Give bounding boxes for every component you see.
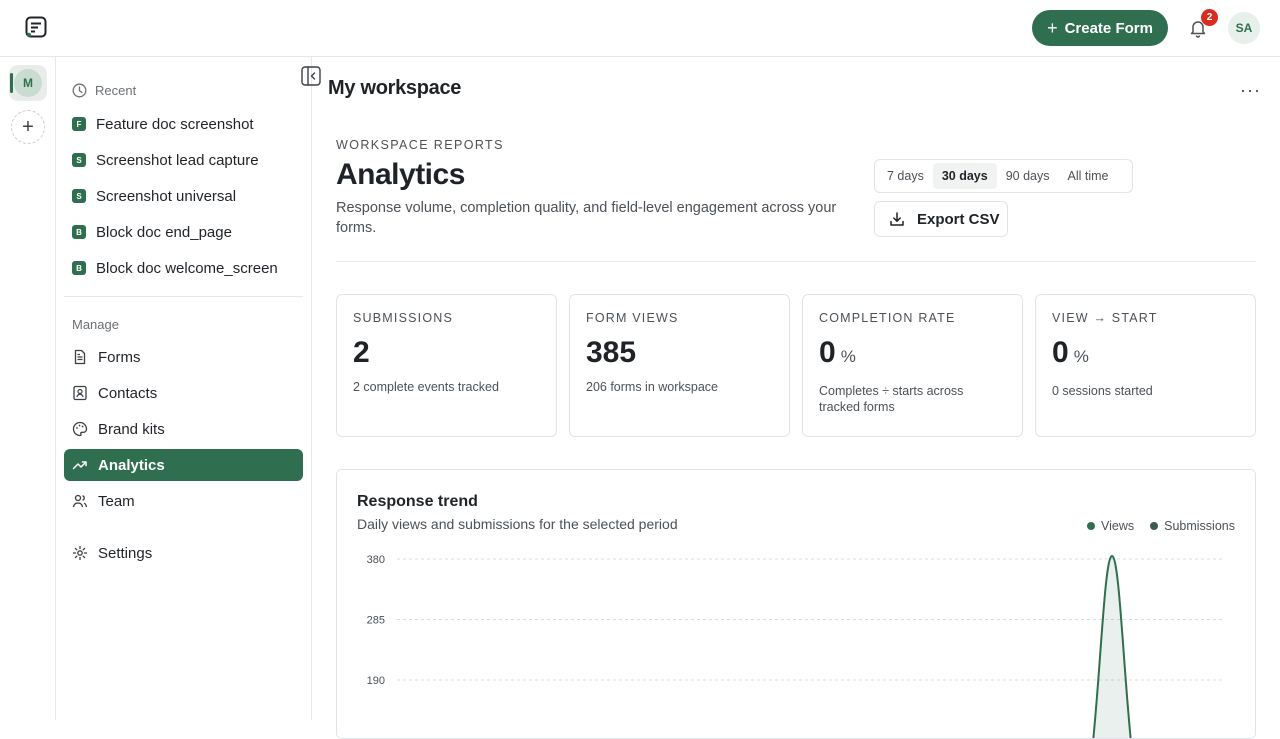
workspace-avatar: M [14, 69, 42, 97]
header-divider [336, 261, 1256, 262]
y-tick-label: 190 [367, 675, 385, 687]
stat-label: FORM VIEWS [586, 311, 679, 325]
range-selector: 7 days 30 days 90 days All time [874, 159, 1133, 193]
top-bar: + Create Form 2 SA [0, 0, 1280, 57]
sidebar-divider [64, 296, 303, 297]
stat-unit: % [840, 347, 856, 366]
recent-item-screenshot-universal[interactable]: S Screenshot universal [64, 180, 303, 212]
stat-card-view-to-start: VIEW → START 0 % 0 sessions started [1035, 294, 1256, 437]
sidebar-item-label: Team [98, 492, 135, 510]
recent-item-label: Block doc end_page [96, 223, 232, 241]
stat-number: 0 [819, 336, 836, 369]
stat-value: 0 % [1052, 335, 1239, 375]
form-badge: B [72, 261, 86, 275]
sidebar-item-label: Brand kits [98, 420, 165, 438]
stat-value: 385 [586, 335, 773, 371]
form-badge: F [72, 117, 86, 131]
range-option-7-days[interactable]: 7 days [878, 163, 933, 189]
page-eyebrow: WORKSPACE REPORTS [336, 138, 504, 152]
file-icon [74, 349, 86, 365]
stat-card-submissions: SUBMISSIONS 2 2 complete events tracked [336, 294, 557, 437]
recent-item-screenshot-lead-capture[interactable]: S Screenshot lead capture [64, 144, 303, 176]
export-csv-label: Export CSV [917, 210, 1000, 228]
export-csv-button[interactable]: Export CSV [874, 201, 1008, 237]
user-avatar[interactable]: SA [1228, 12, 1260, 44]
sidebar: Recent F Feature doc screenshot S Screen… [56, 57, 312, 720]
download-icon [890, 212, 904, 226]
y-tick-label: 285 [367, 615, 385, 627]
contact-icon [73, 385, 87, 401]
form-badge: S [72, 189, 86, 203]
recent-item-label: Block doc welcome_screen [96, 259, 278, 277]
palette-icon [72, 421, 88, 437]
recent-section-label: Recent [72, 83, 136, 98]
sidebar-item-brand-kits[interactable]: Brand kits [64, 413, 303, 445]
trend-icon [72, 461, 87, 470]
y-tick-label: 380 [367, 554, 385, 566]
workspace-rail: M + [0, 57, 56, 720]
recent-item-label: Feature doc screenshot [96, 115, 254, 133]
sidebar-item-analytics[interactable]: Analytics [64, 449, 303, 481]
manage-section-label: Manage [72, 317, 119, 332]
more-options-icon[interactable]: ··· [1240, 80, 1261, 101]
team-icon [72, 494, 88, 508]
page-title: Analytics [336, 158, 465, 191]
clock-icon [72, 83, 87, 98]
workspace-title: My workspace [328, 77, 462, 99]
sidebar-item-settings[interactable]: Settings [64, 537, 303, 569]
sidebar-item-label: Contacts [98, 384, 158, 402]
recent-item-block-doc-end-page[interactable]: B Block doc end_page [64, 216, 303, 248]
stat-number: 0 [1052, 336, 1069, 369]
sidebar-item-label: Settings [98, 544, 153, 562]
create-form-label: Create Form [1064, 19, 1153, 37]
recent-label: Recent [95, 83, 137, 98]
response-trend-card: Response trend Daily views and submissio… [336, 469, 1256, 739]
sidebar-item-contacts[interactable]: Contacts [64, 377, 303, 409]
stat-card-completion-rate: COMPLETION RATE 0 % Completes ÷ starts a… [802, 294, 1023, 437]
stat-unit: % [1073, 347, 1089, 366]
sidebar-item-label: Analytics [98, 456, 165, 474]
range-option-90-days[interactable]: 90 days [997, 163, 1059, 189]
recent-item-label: Screenshot universal [96, 187, 237, 205]
page-description: Response volume, completion quality, and… [336, 200, 837, 236]
create-form-button[interactable]: + Create Form [1032, 10, 1168, 46]
stat-card-form-views: FORM VIEWS 385 206 forms in workspace [569, 294, 790, 437]
plus-icon: + [1047, 18, 1058, 38]
form-badge: B [72, 225, 86, 239]
app-logo-icon[interactable] [25, 16, 47, 38]
recent-item-block-doc-welcome-screen[interactable]: B Block doc welcome_screen [64, 252, 303, 284]
sidebar-item-forms[interactable]: Forms [64, 341, 303, 373]
stat-subtext: 2 complete events tracked [353, 380, 499, 394]
stat-label: COMPLETION RATE [819, 311, 956, 325]
stat-label: VIEW → START [1052, 311, 1158, 325]
stat-subtext: Completes ÷ starts across tracked forms [819, 384, 964, 414]
add-workspace-button[interactable]: + [11, 110, 45, 144]
range-option-all-time[interactable]: All time [1059, 163, 1118, 189]
form-badge: S [72, 153, 86, 167]
sidebar-item-label: Forms [98, 348, 141, 366]
sidebar-item-team[interactable]: Team [64, 485, 303, 517]
workspace-switcher[interactable]: M [9, 65, 47, 101]
stat-number: 385 [586, 336, 637, 369]
gear-icon [72, 545, 88, 561]
stat-subtext: 0 sessions started [1052, 384, 1153, 398]
stat-value: 0 % [819, 335, 1006, 375]
stat-number: 2 [353, 336, 370, 369]
stat-value: 2 [353, 335, 540, 371]
stat-subtext: 206 forms in workspace [586, 380, 719, 394]
range-option-30-days[interactable]: 30 days [932, 163, 997, 189]
notification-badge: 2 [1201, 9, 1218, 26]
stat-label: SUBMISSIONS [353, 311, 454, 325]
recent-item-label: Screenshot lead capture [96, 151, 259, 169]
recent-item-feature-doc-screenshot[interactable]: F Feature doc screenshot [64, 108, 303, 140]
main-content: My workspace ··· WORKSPACE REPORTS Analy… [312, 57, 1280, 739]
trend-chart: 380 285 190 [367, 554, 1225, 738]
